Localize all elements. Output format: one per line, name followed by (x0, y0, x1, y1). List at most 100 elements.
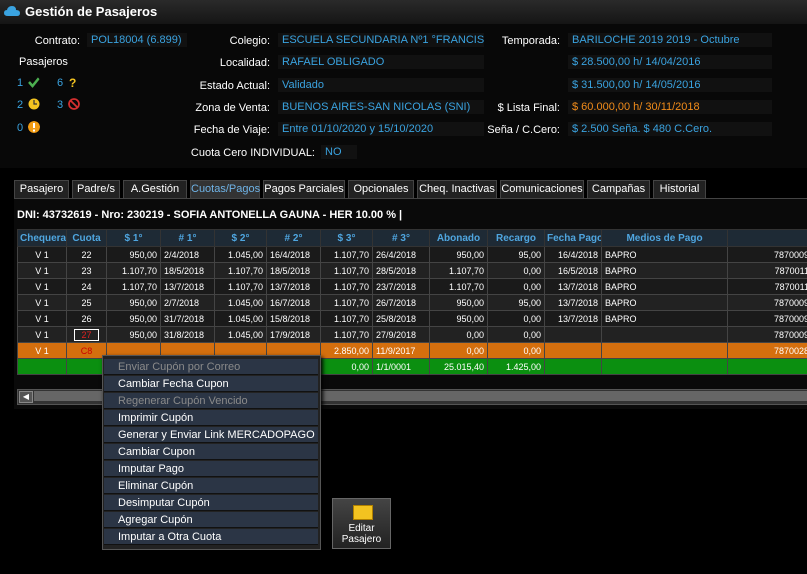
cell: 1.107,70 (214, 262, 267, 279)
cell: 25.015,40 (429, 358, 488, 375)
cell: 0,00 (487, 278, 545, 295)
col-monto2[interactable]: $ 2° (214, 229, 267, 247)
scroll-left-icon[interactable]: ◀ (19, 391, 33, 403)
col-monto1[interactable]: $ 1° (106, 229, 161, 247)
col-fecha3[interactable]: # 3° (372, 229, 430, 247)
col-monto3[interactable]: $ 3° (320, 229, 373, 247)
menu-enviar-cupon-correo: Enviar Cupón por Correo (104, 359, 318, 375)
table-row[interactable]: V 1 24 1.107,70 13/7/2018 1.107,70 13/7/2018 1… (17, 278, 807, 295)
cell: 31/7/2018 (160, 310, 215, 327)
cell: 13/7/2018 (266, 278, 321, 295)
pax-warn-count: 0 (17, 122, 24, 134)
cell: 13/7/2018 (544, 278, 602, 295)
clock-icon (28, 98, 40, 110)
col-fecha-pago[interactable]: Fecha Pago (544, 229, 602, 247)
lista-final-label: $ Lista Final: (497, 102, 560, 114)
cell: V 1 (17, 294, 67, 311)
tab-opcionales[interactable]: Opcionales (348, 180, 414, 198)
cell: 18/5/2018 (266, 262, 321, 279)
menu-cambiar-cupon[interactable]: Cambiar Cupon (104, 444, 318, 460)
cell (601, 342, 728, 359)
fecha-viaje-value: Entre 01/10/2020 y 15/10/2020 (278, 122, 484, 136)
cell: V 1 (17, 310, 67, 327)
tab-cheq-inactivas[interactable]: Cheq. Inactivas (417, 180, 497, 198)
cell: 2/7/2018 (160, 294, 215, 311)
cell: V 1 (17, 326, 67, 343)
table-row[interactable]: V 1 26 950,00 31/7/2018 1.045,00 15/8/2018 1.1… (17, 310, 807, 327)
tab-agestion[interactable]: A.Gestión (123, 180, 187, 198)
tab-campanas[interactable]: Campañas (587, 180, 650, 198)
table-row[interactable]: V 1 22 950,00 2/4/2018 1.045,00 16/4/2018 1.10… (17, 246, 807, 263)
cell: 1.107,70 (320, 326, 373, 343)
cell (66, 358, 107, 375)
cell: 1.045,00 (214, 294, 267, 311)
cell: 1.107,70 (214, 278, 267, 295)
pax-clock-count: 2 (17, 99, 24, 111)
tab-padres[interactable]: Padre/s (72, 180, 120, 198)
cell: 26/4/2018 (372, 246, 430, 263)
cell: V 1 (17, 262, 67, 279)
cell: V 1 (17, 278, 67, 295)
cell: 25 (66, 294, 107, 311)
menu-eliminar-cupon[interactable]: Eliminar Cupón (104, 478, 318, 494)
menu-agregar-cupon[interactable]: Agregar Cupón (104, 512, 318, 528)
tab-historial[interactable]: Historial (653, 180, 706, 198)
cell: 18/5/2018 (160, 262, 215, 279)
cell: V 1 (17, 246, 67, 263)
cell: 1.045,00 (214, 326, 267, 343)
cell: 24 (66, 278, 107, 295)
col-chequera[interactable]: Chequera (17, 229, 67, 247)
colegio-value: ESCUELA SECUNDARIA Nº1 °FRANCISCO (278, 33, 484, 47)
tab-pagos-parciales[interactable]: Pagos Parciales (263, 180, 345, 198)
sena-label: Seña / C.Cero: (487, 124, 560, 136)
table-row[interactable]: V 1 27 950,00 31/8/2018 1.045,00 17/9/2018 1.1… (17, 326, 807, 343)
estado-label: Estado Actual: (199, 80, 270, 92)
table-row[interactable]: V 1 23 1.107,70 18/5/2018 1.107,70 18/5/2018 1… (17, 262, 807, 279)
tab-comunicaciones[interactable]: Comunicaciones (500, 180, 584, 198)
precio1-value: $ 28.500,00 h/ 14/04/2016 (568, 55, 772, 69)
cell: 31/8/2018 (160, 326, 215, 343)
tab-pasajero[interactable]: Pasajero (14, 180, 69, 198)
cuotas-table: Chequera Cuota $ 1° # 1° $ 2° # 2° $ 3° … (17, 229, 807, 375)
cell: 0,00 (429, 326, 488, 343)
cell: 16/5/2018 (544, 262, 602, 279)
menu-cambiar-fecha-cupon[interactable]: Cambiar Fecha Cupon (104, 376, 318, 392)
colegio-label: Colegio: (229, 35, 270, 47)
col-recargo[interactable]: Recargo (487, 229, 545, 247)
menu-generar-link-mercadopago[interactable]: Generar y Enviar Link MERCADOPAGO (104, 427, 318, 443)
tab-cuotas-pagos[interactable]: Cuotas/Pagos (190, 180, 260, 198)
cell: 950,00 (429, 294, 488, 311)
temporada-value: BARILOCHE 2019 2019 - Octubre (568, 33, 772, 47)
estado-value: Validado (278, 78, 484, 92)
table-row[interactable]: V 1 25 950,00 2/7/2018 1.045,00 16/7/2018 1.10… (17, 294, 807, 311)
title-bar: Gestión de Pasajeros (0, 0, 807, 25)
col-cuota[interactable]: Cuota (66, 229, 107, 247)
cell: 95,00 (487, 294, 545, 311)
col-abonado[interactable]: Abonado (429, 229, 488, 247)
cell: 26/7/2018 (372, 294, 430, 311)
lista-final-value: $ 60.000,00 h/ 30/11/2018 (568, 100, 772, 114)
col-codigo[interactable] (727, 229, 807, 247)
col-fecha2[interactable]: # 2° (266, 229, 321, 247)
cell: 16/7/2018 (266, 294, 321, 311)
cell (17, 358, 67, 375)
cell (544, 342, 602, 359)
svg-text:?: ? (69, 76, 76, 88)
cell: 1.045,00 (214, 246, 267, 263)
menu-imputar-pago[interactable]: Imputar Pago (104, 461, 318, 477)
no-entry-icon (68, 98, 80, 110)
col-fecha1[interactable]: # 1° (160, 229, 215, 247)
cell: 0,00 (487, 342, 545, 359)
menu-imputar-otra-cuota[interactable]: Imputar a Otra Cuota (104, 529, 318, 545)
cell: 1.107,70 (106, 262, 161, 279)
cell: 78700110 (727, 278, 807, 295)
sena-value: $ 2.500 Seña. $ 480 C.Cero. (568, 122, 772, 136)
cell (544, 326, 602, 343)
cell: 27/9/2018 (372, 326, 430, 343)
table-header: Chequera Cuota $ 1° # 1° $ 2° # 2° $ 3° … (17, 229, 807, 247)
menu-desimputar-cupon[interactable]: Desimputar Cupón (104, 495, 318, 511)
cell: 0,00 (429, 342, 488, 359)
edit-passenger-button[interactable]: Editar Pasajero (332, 498, 391, 549)
col-medios-pago[interactable]: Medios de Pago (601, 229, 728, 247)
menu-imprimir-cupon[interactable]: Imprimir Cupón (104, 410, 318, 426)
